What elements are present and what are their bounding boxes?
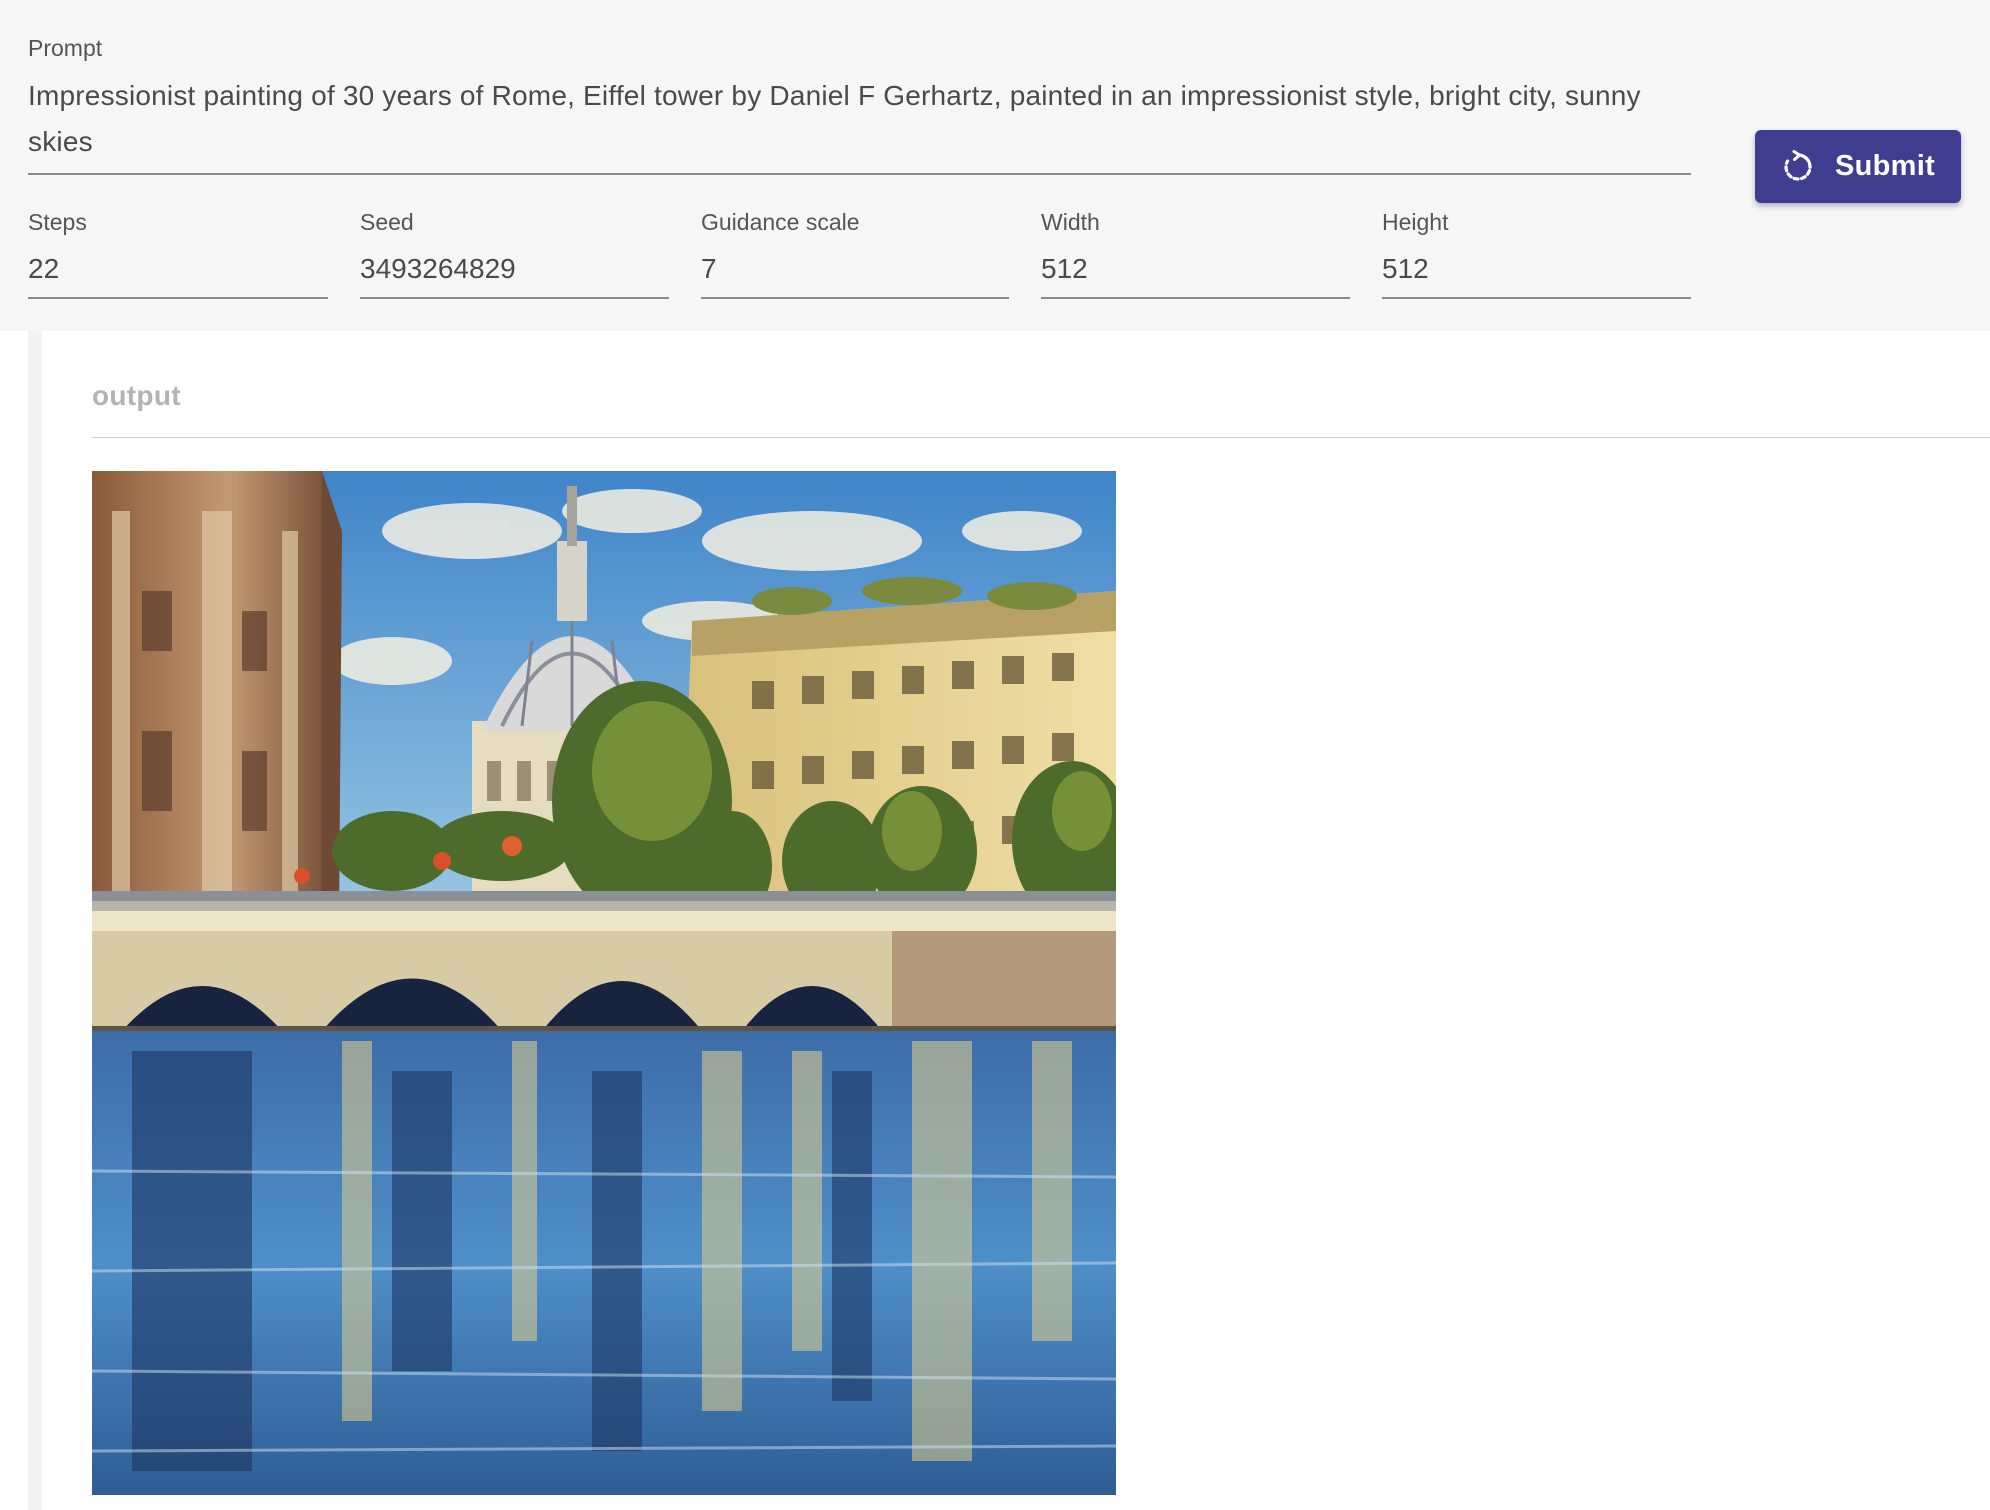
guidance-scale-underline <box>701 297 1009 299</box>
height-input[interactable]: 512 <box>1382 246 1691 292</box>
prompt-label: Prompt <box>28 35 103 61</box>
seed-input[interactable]: 3493264829 <box>360 246 669 292</box>
prompt-underline <box>28 173 1691 175</box>
seed-underline <box>360 297 669 299</box>
steps-input[interactable]: 22 <box>28 246 328 292</box>
submit-button[interactable]: Submit <box>1755 130 1961 203</box>
input-form: Prompt Impressionist painting of 30 year… <box>0 0 1990 331</box>
prompt-input[interactable]: Impressionist painting of 30 years of Ro… <box>28 73 1688 165</box>
width-label: Width <box>1041 209 1100 235</box>
submit-label: Submit <box>1834 150 1936 182</box>
refresh-icon <box>1781 149 1815 184</box>
output-divider <box>92 437 1990 438</box>
output-rail <box>28 331 42 1510</box>
width-underline <box>1041 297 1350 299</box>
steps-label: Steps <box>28 209 87 235</box>
height-underline <box>1382 297 1691 299</box>
height-label: Height <box>1382 209 1449 235</box>
guidance-scale-input[interactable]: 7 <box>701 246 1009 292</box>
width-input[interactable]: 512 <box>1041 246 1350 292</box>
generated-painting-image[interactable] <box>92 471 1116 1495</box>
guidance-scale-label: Guidance scale <box>701 209 860 235</box>
output-label: output <box>92 380 181 411</box>
steps-underline <box>28 297 328 299</box>
seed-label: Seed <box>360 209 414 235</box>
app-page: Prompt Impressionist painting of 30 year… <box>0 0 1990 1510</box>
